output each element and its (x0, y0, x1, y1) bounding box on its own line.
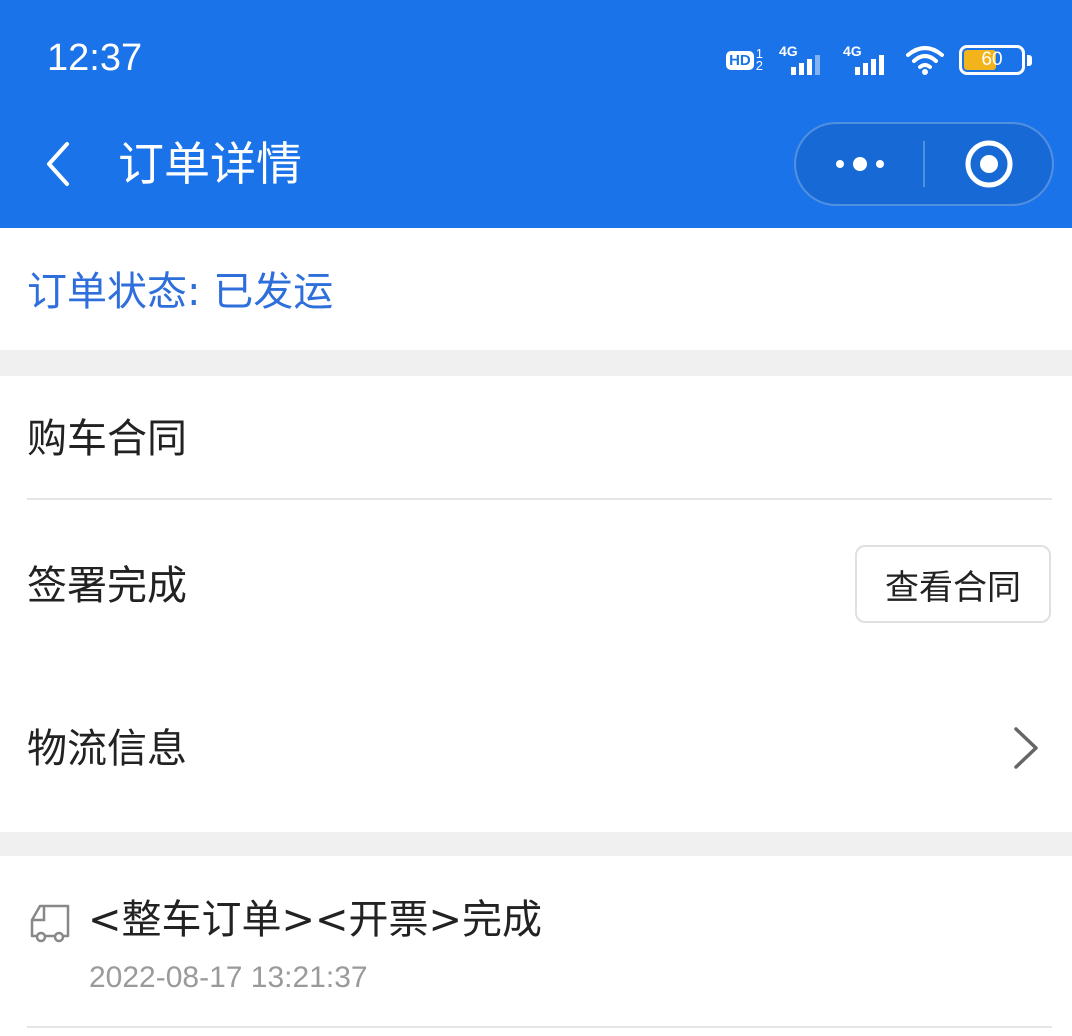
order-detail-page: 12:37 HD 1 2 4G 4G 60 订单详情 订单状态: 已发运 购车合… (0, 0, 1072, 1036)
app-header: 12:37 HD 1 2 4G 4G 60 订单详情 (0, 0, 1072, 228)
logistics-chevron[interactable] (1006, 725, 1046, 771)
chevron-left-icon (47, 142, 69, 186)
contract-divider (27, 498, 1052, 500)
signal2-label: 4G (843, 43, 862, 59)
logistics-label: 物流信息 (27, 726, 187, 772)
log-title: <整车订单><开票>完成 (88, 897, 543, 943)
log-timestamp: 2022-08-17 13:21:37 (89, 961, 368, 994)
status-bar-icons: HD 1 2 4G 4G 60 (726, 40, 1032, 80)
section-separator (0, 350, 1072, 376)
battery-body: 60 (959, 45, 1025, 75)
log-divider (27, 1026, 1052, 1028)
more-button[interactable] (796, 124, 923, 204)
close-miniprogram-button[interactable] (925, 124, 1052, 204)
battery-icon: 60 (959, 45, 1032, 75)
hd-sim-indicator: 1 2 (755, 47, 763, 73)
battery-level: 60 (981, 49, 1003, 70)
order-status-text: 订单状态: 已发运 (27, 269, 334, 315)
more-dots-icon (835, 157, 884, 171)
signal-icon-1: 4G (777, 43, 827, 77)
truck-icon (28, 902, 72, 944)
wifi-icon (905, 44, 945, 76)
contract-sign-status: 签署完成 (27, 563, 187, 609)
signal-icon-2: 4G (841, 43, 891, 77)
chevron-right-icon (1014, 727, 1038, 769)
battery-tip (1027, 54, 1032, 66)
status-bar-time: 12:37 (47, 37, 143, 79)
view-contract-button[interactable]: 查看合同 (855, 545, 1051, 623)
hd-icon: HD 1 2 (726, 47, 763, 73)
signal1-label: 4G (779, 43, 798, 59)
back-button[interactable] (36, 134, 80, 194)
hd-sim-bottom: 2 (755, 58, 763, 73)
page-title: 订单详情 (118, 137, 302, 191)
section-separator-2 (0, 832, 1072, 856)
mini-program-capsule (794, 122, 1054, 206)
hd-badge-label: HD (726, 50, 754, 70)
target-circle-icon (965, 140, 1012, 188)
contract-section-title: 购车合同 (27, 416, 187, 462)
